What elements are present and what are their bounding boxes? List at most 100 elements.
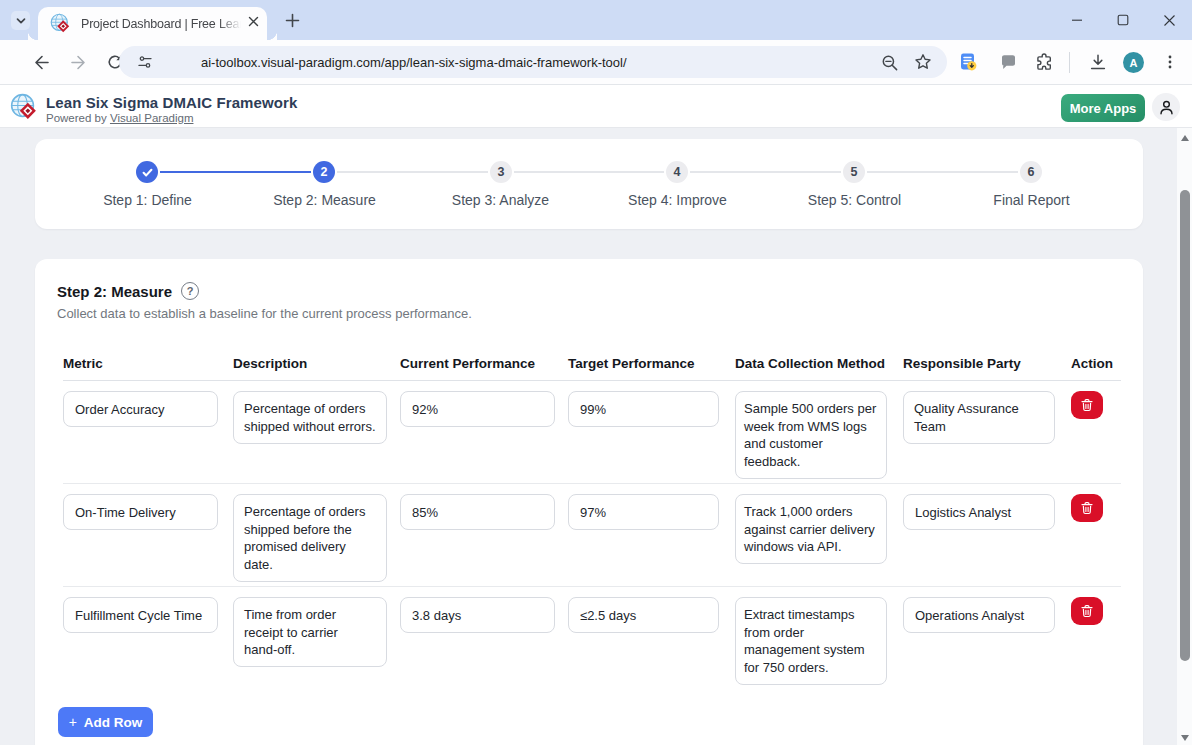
target-performance-input[interactable] <box>568 597 719 633</box>
chevron-down-icon <box>15 15 27 27</box>
kebab-menu-icon <box>1162 54 1178 70</box>
close-window-button[interactable] <box>1146 0 1192 40</box>
step-2-circle[interactable]: 2 <box>313 161 335 183</box>
step-1-circle[interactable] <box>136 161 158 183</box>
powered-by-prefix: Powered by <box>46 112 110 124</box>
table-row <box>63 381 1121 484</box>
back-arrow-icon <box>33 54 50 71</box>
profile-avatar[interactable]: A <box>1123 52 1144 73</box>
browser-toolbar: ai-toolbox.visual-paradigm.com/app/lean-… <box>0 40 1192 85</box>
address-bar[interactable]: ai-toolbox.visual-paradigm.com/app/lean-… <box>119 46 947 78</box>
description-input[interactable] <box>233 597 387 667</box>
description-input[interactable] <box>233 391 387 444</box>
trash-icon <box>1080 398 1094 412</box>
col-header-current: Current Performance <box>400 356 555 371</box>
step-5-label[interactable]: Step 5: Control <box>766 192 943 208</box>
app-header: Lean Six Sigma DMAIC Framework Powered b… <box>0 85 1192 128</box>
maximize-icon <box>1117 14 1129 26</box>
step-1-label[interactable]: Step 1: Define <box>59 192 236 208</box>
measure-card: Step 2: Measure ? Collect data to establ… <box>35 259 1143 745</box>
data-collection-input[interactable] <box>735 391 887 479</box>
data-collection-input[interactable] <box>735 494 887 564</box>
scrollbar-up-arrow-icon[interactable] <box>1181 135 1189 141</box>
metric-input[interactable] <box>63 494 218 530</box>
maximize-button[interactable] <box>1100 0 1146 40</box>
delete-row-button[interactable] <box>1071 597 1103 625</box>
avatar-letter: A <box>1130 57 1138 69</box>
responsible-party-input[interactable] <box>903 391 1055 444</box>
step-4-circle[interactable]: 4 <box>666 161 688 183</box>
metric-input[interactable] <box>63 391 218 427</box>
col-header-method: Data Collection Method <box>735 356 887 371</box>
zoom-out-icon[interactable] <box>881 54 899 72</box>
step-2-label[interactable]: Step 2: Measure <box>236 192 413 208</box>
stepper-connector <box>337 171 488 173</box>
favicon-icon <box>50 13 70 33</box>
add-row-button[interactable]: + Add Row <box>58 707 153 737</box>
stepper-card: 2 3 4 5 6 Step 1: Define Step 2: Measure… <box>35 139 1143 229</box>
page-scrollbar[interactable] <box>1177 128 1192 745</box>
description-input[interactable] <box>233 494 387 582</box>
step-number: 6 <box>1028 165 1035 179</box>
forward-arrow-icon <box>70 54 87 71</box>
visual-paradigm-link[interactable]: Visual Paradigm <box>110 112 194 124</box>
user-account-button[interactable] <box>1152 93 1180 121</box>
add-row-label: Add Row <box>84 715 143 730</box>
more-apps-button[interactable]: More Apps <box>1061 94 1145 122</box>
table-row <box>63 484 1121 587</box>
step-6-label[interactable]: Final Report <box>943 192 1120 208</box>
section-title: Step 2: Measure <box>57 283 172 300</box>
step-3-circle[interactable]: 3 <box>490 161 512 183</box>
close-icon <box>1163 14 1176 27</box>
step-3-label[interactable]: Step 3: Analyze <box>412 192 589 208</box>
tab-title: Project Dashboard | Free Lean S <box>81 17 241 31</box>
tab-close-button[interactable] <box>244 13 262 31</box>
delete-row-button[interactable] <box>1071 494 1103 522</box>
metric-input[interactable] <box>63 597 218 633</box>
bookmark-star-icon[interactable] <box>914 53 932 71</box>
new-tab-button[interactable] <box>283 11 302 30</box>
check-icon <box>141 166 154 179</box>
target-performance-input[interactable] <box>568 494 719 530</box>
scrollbar-thumb[interactable] <box>1180 190 1190 661</box>
window-controls <box>1054 0 1192 40</box>
url-text[interactable]: ai-toolbox.visual-paradigm.com/app/lean-… <box>201 55 627 70</box>
help-icon[interactable]: ? <box>181 282 199 300</box>
page-save-button[interactable] <box>954 48 982 76</box>
col-header-party: Responsible Party <box>903 356 1055 371</box>
plus-icon: + <box>69 715 77 729</box>
tab-search-button[interactable] <box>11 11 30 30</box>
step-number: 5 <box>851 165 858 179</box>
current-performance-input[interactable] <box>400 391 555 427</box>
person-icon <box>1158 99 1175 116</box>
site-settings-icon[interactable] <box>137 54 153 70</box>
scrollbar-down-arrow-icon[interactable] <box>1181 735 1189 741</box>
comment-bubble-icon <box>1000 54 1017 71</box>
browser-tab[interactable]: Project Dashboard | Free Lean S <box>38 7 267 40</box>
current-performance-input[interactable] <box>400 494 555 530</box>
step-number: 2 <box>321 165 328 179</box>
responsible-party-input[interactable] <box>903 494 1055 530</box>
data-collection-input[interactable] <box>735 597 887 685</box>
target-performance-input[interactable] <box>568 391 719 427</box>
col-header-target: Target Performance <box>568 356 719 371</box>
browser-menu-button[interactable] <box>1156 48 1184 76</box>
downloads-button[interactable] <box>1084 48 1112 76</box>
extensions-button[interactable] <box>1030 48 1058 76</box>
step-5-circle[interactable]: 5 <box>843 161 865 183</box>
minimize-icon <box>1071 14 1083 26</box>
current-performance-input[interactable] <box>400 597 555 633</box>
help-glyph: ? <box>187 285 194 297</box>
comment-button[interactable] <box>994 48 1022 76</box>
step-4-label[interactable]: Step 4: Improve <box>589 192 766 208</box>
toolbar-separator <box>1069 52 1070 73</box>
delete-row-button[interactable] <box>1071 391 1103 419</box>
table-header-row: Metric Description Current Performance T… <box>63 356 1121 381</box>
back-button[interactable] <box>27 48 55 76</box>
plus-icon <box>285 13 300 28</box>
forward-button[interactable] <box>64 48 92 76</box>
col-header-action: Action <box>1071 356 1103 371</box>
responsible-party-input[interactable] <box>903 597 1055 633</box>
step-6-circle[interactable]: 6 <box>1020 161 1042 183</box>
minimize-button[interactable] <box>1054 0 1100 40</box>
